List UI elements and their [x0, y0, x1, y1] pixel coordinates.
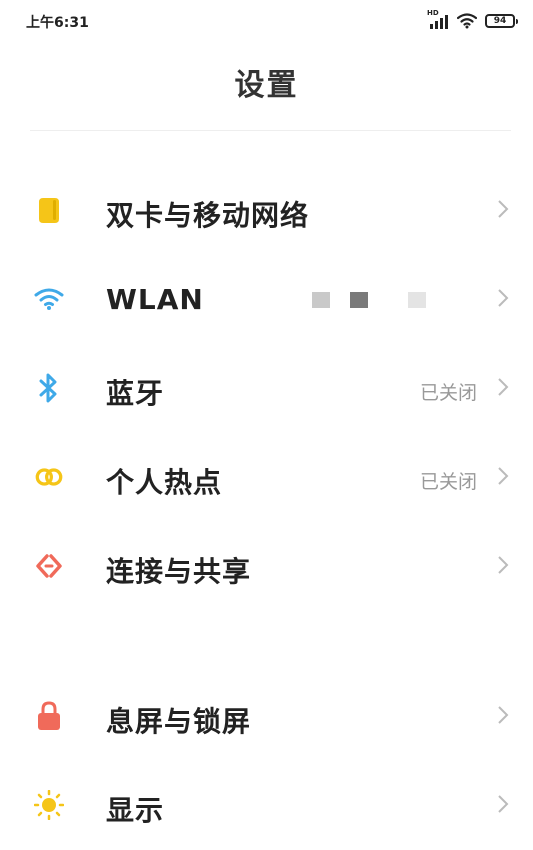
chevron-right-icon — [498, 467, 509, 485]
settings-item-display[interactable]: 显示 — [0, 760, 533, 850]
display-sun-icon — [34, 790, 64, 820]
status-time: 上午6:31 — [26, 15, 89, 31]
settings-item-value: 已关闭 — [419, 382, 477, 404]
settings-item-value: 已关闭 — [419, 471, 477, 493]
settings-item-label: 个人热点 — [106, 466, 223, 499]
wlan-network-name-obscured — [312, 292, 426, 308]
chevron-right-icon — [498, 556, 509, 574]
wifi-icon — [457, 13, 477, 29]
sim-card-icon — [34, 195, 64, 225]
lock-icon — [34, 701, 64, 731]
wifi-icon — [34, 284, 64, 314]
settings-item-wlan[interactable]: WLAN — [0, 254, 533, 344]
chevron-right-icon — [498, 378, 509, 396]
settings-item-label: 显示 — [106, 794, 165, 827]
chevron-right-icon — [498, 289, 509, 307]
chevron-right-icon — [498, 706, 509, 724]
settings-item-label: 蓝牙 — [106, 377, 165, 410]
settings-item-label: 连接与共享 — [106, 555, 252, 588]
settings-item-label: 双卡与移动网络 — [106, 199, 310, 232]
chevron-right-icon — [498, 200, 509, 218]
settings-item-hotspot[interactable]: 个人热点 已关闭 — [0, 432, 533, 522]
hotspot-icon — [34, 462, 64, 492]
battery-icon: 94 — [485, 14, 518, 28]
page-title: 设置 — [234, 68, 299, 103]
settings-item-label: 息屏与锁屏 — [106, 705, 252, 738]
settings-item-bluetooth[interactable]: 蓝牙 已关闭 — [0, 343, 533, 433]
settings-item-dual-sim[interactable]: 双卡与移动网络 — [0, 165, 533, 255]
settings-item-connection-sharing[interactable]: 连接与共享 — [0, 521, 533, 611]
bluetooth-icon — [34, 373, 64, 403]
battery-level: 94 — [493, 16, 507, 26]
status-icons: HD 94 — [427, 9, 518, 32]
status-bar: 上午6:31 HD 94 — [0, 0, 533, 40]
header-divider — [30, 130, 511, 131]
settings-item-lock-screen[interactable]: 息屏与锁屏 — [0, 671, 533, 761]
chevron-right-icon — [498, 795, 509, 813]
connection-share-icon — [34, 551, 64, 581]
signal-hd-icon: HD — [427, 9, 449, 31]
settings-item-label: WLAN — [106, 283, 204, 316]
